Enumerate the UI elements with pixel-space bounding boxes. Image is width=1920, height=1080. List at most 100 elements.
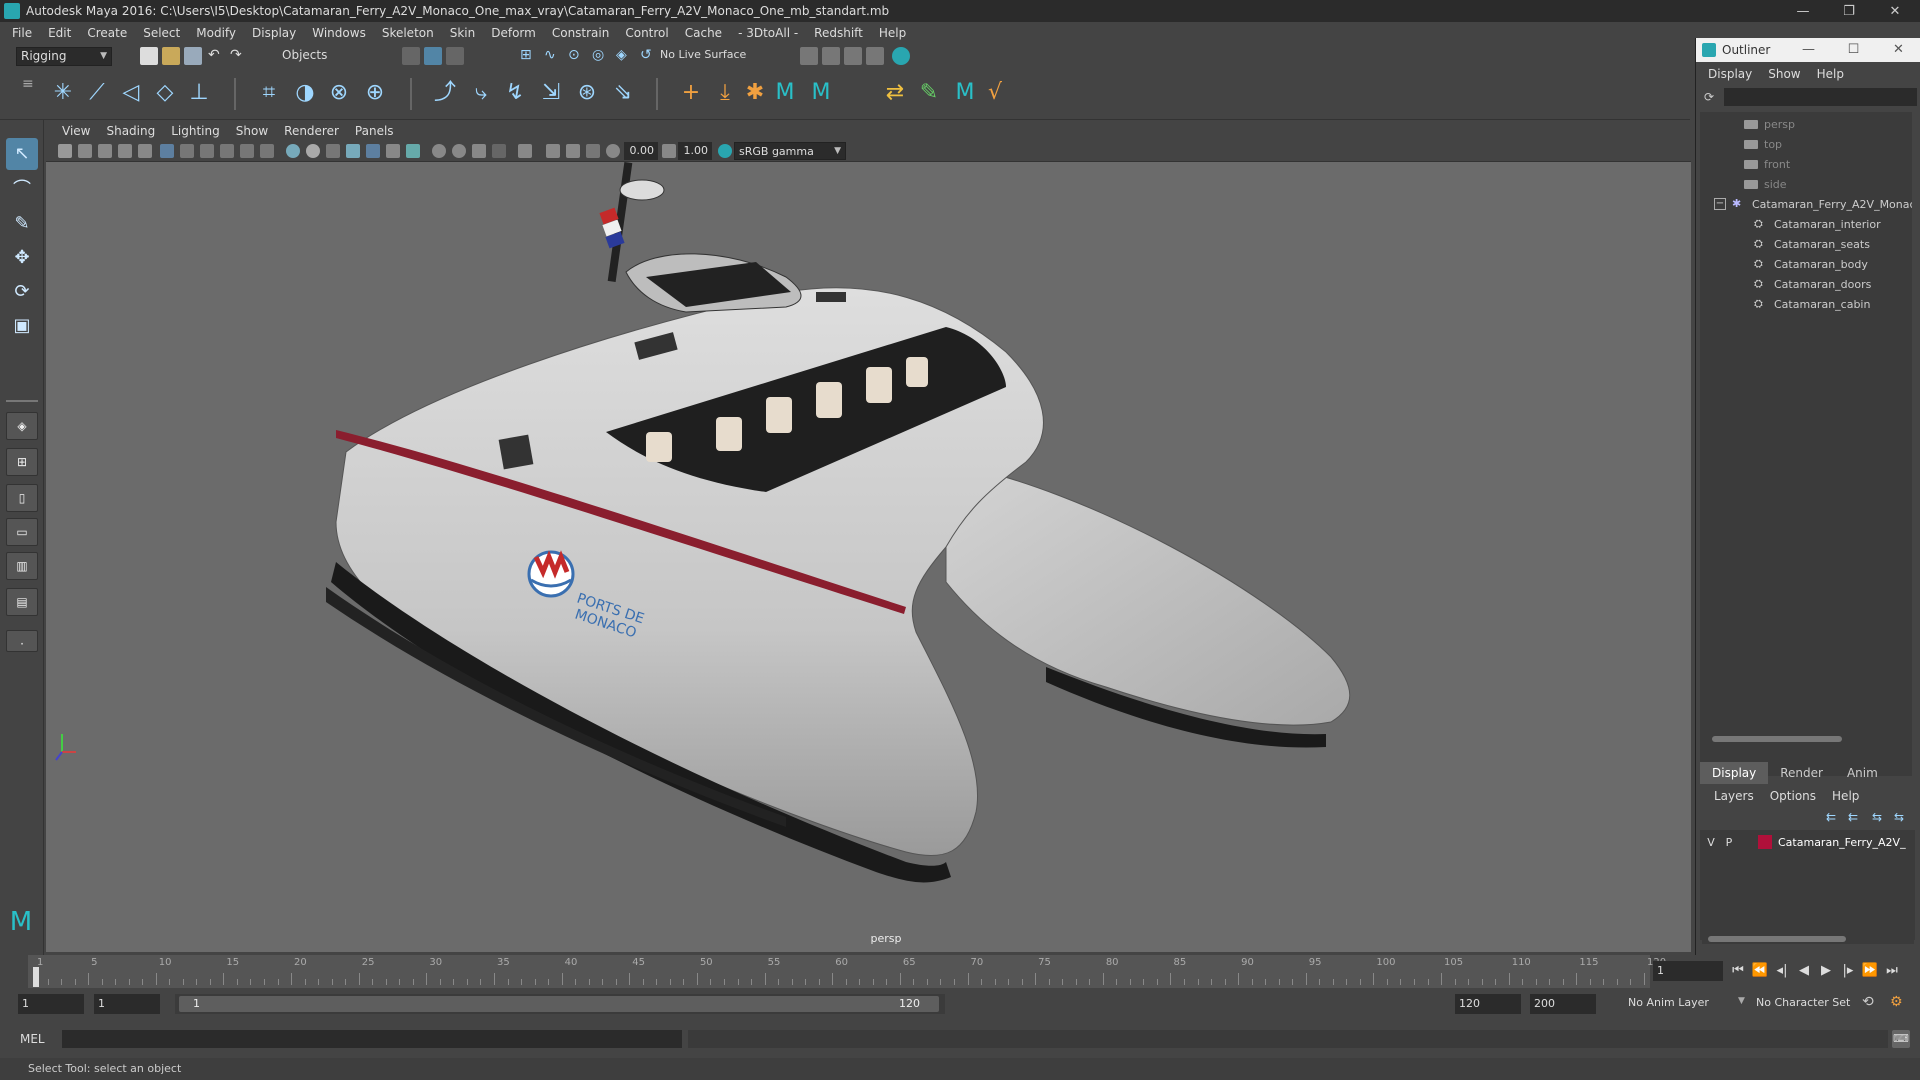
hypershade-layout-icon[interactable]: ▥: [6, 552, 38, 580]
panel-menu-renderer[interactable]: Renderer: [276, 124, 347, 138]
minimize-button[interactable]: —: [1780, 0, 1826, 22]
undo-icon[interactable]: ↶: [208, 47, 226, 65]
move-tool-icon[interactable]: ✥: [6, 242, 38, 274]
locator-icon[interactable]: +: [676, 78, 706, 108]
hik-control-icon[interactable]: M: [950, 78, 980, 108]
isolate-select-icon[interactable]: [518, 144, 532, 158]
xray-joints-icon[interactable]: [546, 144, 560, 158]
outliner-item-side[interactable]: side: [1744, 174, 1787, 194]
step-back-key-button[interactable]: ⏪: [1750, 962, 1770, 980]
maximize-button[interactable]: ❐: [1826, 0, 1872, 22]
refresh-icon[interactable]: ⟳: [1704, 90, 1718, 104]
outliner-item-front[interactable]: front: [1744, 154, 1790, 174]
time-ticks[interactable]: 1 5 10 15 20 25 30 35 40 45 50 55 60 65 70 75 80 85 90 95 10…: [28, 955, 1666, 988]
menuset-dropdown[interactable]: Rigging ▼: [16, 47, 112, 66]
layer-horizontal-scrollbar[interactable]: [1702, 934, 1914, 944]
command-input[interactable]: [62, 1030, 682, 1048]
step-forward-key-button[interactable]: ⏩: [1860, 962, 1880, 980]
hypershade-icon[interactable]: [866, 47, 884, 65]
range-thumb[interactable]: 1 120: [179, 996, 939, 1012]
play-backwards-button[interactable]: ◀: [1794, 962, 1814, 980]
outliner-menu-help[interactable]: Help: [1809, 67, 1852, 81]
panel-menu-view[interactable]: View: [54, 124, 98, 138]
menu-file[interactable]: File: [4, 26, 40, 40]
character-set-dropdown[interactable]: No Character Set: [1756, 996, 1850, 1009]
grid-icon[interactable]: [160, 144, 174, 158]
gamma-field[interactable]: 1.00: [678, 142, 712, 160]
scrollbar-thumb[interactable]: [1708, 936, 1846, 942]
menu-redshift[interactable]: Redshift: [806, 26, 871, 40]
scale-constraint-icon[interactable]: ⇲: [536, 78, 566, 108]
cluster-icon[interactable]: ⊕: [360, 78, 390, 108]
outliner-item-catamaran-seats[interactable]: ⛭ Catamaran_seats: [1754, 234, 1870, 254]
step-back-frame-button[interactable]: ◂|: [1772, 962, 1792, 980]
layer-row[interactable]: V P Catamaran_Ferry_A2V_: [1702, 832, 1912, 852]
pole-vector-icon[interactable]: ⇘: [608, 78, 638, 108]
menu-deform[interactable]: Deform: [483, 26, 544, 40]
close-button[interactable]: ✕: [1872, 0, 1918, 22]
check-icon[interactable]: √: [980, 78, 1010, 108]
outliner-item-catamaran-body[interactable]: ⛭ Catamaran_body: [1754, 254, 1868, 274]
set-driven-key-icon[interactable]: ✱: [740, 78, 770, 108]
menu-control[interactable]: Control: [617, 26, 676, 40]
resolution-gate-icon[interactable]: [200, 144, 214, 158]
orient-constraint-icon[interactable]: ↯: [500, 78, 530, 108]
layer-name[interactable]: Catamaran_Ferry_A2V_: [1778, 836, 1906, 849]
camera-attributes-icon[interactable]: [78, 144, 92, 158]
shelf-options-icon[interactable]: ≡: [22, 76, 34, 92]
safe-action-icon[interactable]: [260, 144, 274, 158]
menu-skeleton[interactable]: Skeleton: [374, 26, 442, 40]
menu-constrain[interactable]: Constrain: [544, 26, 618, 40]
playback-start-field[interactable]: 1: [94, 994, 160, 1014]
hik-icon[interactable]: M: [770, 78, 800, 108]
xray-active-icon[interactable]: [566, 144, 580, 158]
menu-select[interactable]: Select: [135, 26, 188, 40]
menu-edit[interactable]: Edit: [40, 26, 79, 40]
four-view-layout-icon[interactable]: ⊞: [6, 448, 38, 476]
outliner-menu-show[interactable]: Show: [1760, 67, 1808, 81]
snap-curve-icon[interactable]: ∿: [544, 47, 562, 65]
script-editor-icon[interactable]: ⌨: [1892, 1030, 1910, 1048]
blend-shape-icon[interactable]: ⇄: [880, 78, 910, 108]
menu-help[interactable]: Help: [871, 26, 914, 40]
redo-icon[interactable]: ↷: [230, 47, 248, 65]
wireframe-on-shaded-icon[interactable]: [326, 144, 340, 158]
shadows-icon[interactable]: [386, 144, 400, 158]
scrollbar-thumb[interactable]: [1712, 736, 1842, 742]
use-all-lights-icon[interactable]: [366, 144, 380, 158]
joint-tool-icon[interactable]: ✳: [48, 78, 78, 108]
selection-mode-dropdown[interactable]: Objects: [278, 47, 378, 66]
snap-surface-icon[interactable]: ◈: [616, 47, 634, 65]
create-cluster-icon[interactable]: ⤓: [710, 78, 740, 108]
auto-key-icon[interactable]: ⟲: [1862, 994, 1874, 1010]
new-scene-icon[interactable]: [140, 47, 158, 65]
outliner-item-persp[interactable]: persp: [1744, 114, 1795, 134]
current-time-indicator[interactable]: [33, 967, 39, 987]
tab-anim[interactable]: Anim: [1835, 762, 1890, 784]
camera-icon[interactable]: [58, 144, 72, 158]
select-by-hierarchy-icon[interactable]: [402, 47, 420, 65]
paint-skin-icon[interactable]: ✎: [914, 78, 944, 108]
aim-constraint-icon[interactable]: ⤷: [466, 78, 496, 108]
film-gate-icon[interactable]: [180, 144, 194, 158]
chevron-down-icon[interactable]: ▼: [1738, 996, 1745, 1006]
outliner-menu-display[interactable]: Display: [1700, 67, 1760, 81]
layer-menu-help[interactable]: Help: [1824, 789, 1867, 803]
parent-constraint-icon[interactable]: ⊛: [572, 78, 602, 108]
panel-menu-shading[interactable]: Shading: [98, 124, 163, 138]
animation-end-field[interactable]: 200: [1530, 994, 1596, 1014]
outliner-maximize-button[interactable]: ☐: [1831, 38, 1876, 62]
layer-menu-options[interactable]: Options: [1762, 789, 1824, 803]
select-tool-icon[interactable]: ↖: [6, 138, 38, 170]
gate-mask-icon[interactable]: [220, 144, 234, 158]
menu-cache[interactable]: Cache: [677, 26, 730, 40]
ambient-occlusion-icon[interactable]: [432, 144, 446, 158]
outliner-item-top[interactable]: top: [1744, 134, 1782, 154]
anim-layer-dropdown[interactable]: No Anim Layer: [1628, 996, 1709, 1009]
bind-skin-icon[interactable]: ⌗: [254, 78, 284, 108]
layer-color-swatch[interactable]: [1758, 835, 1772, 849]
menu-skin[interactable]: Skin: [442, 26, 484, 40]
ipr-render-icon[interactable]: [822, 47, 840, 65]
select-by-component-icon[interactable]: [446, 47, 464, 65]
snap-grid-icon[interactable]: ⊞: [520, 47, 538, 65]
